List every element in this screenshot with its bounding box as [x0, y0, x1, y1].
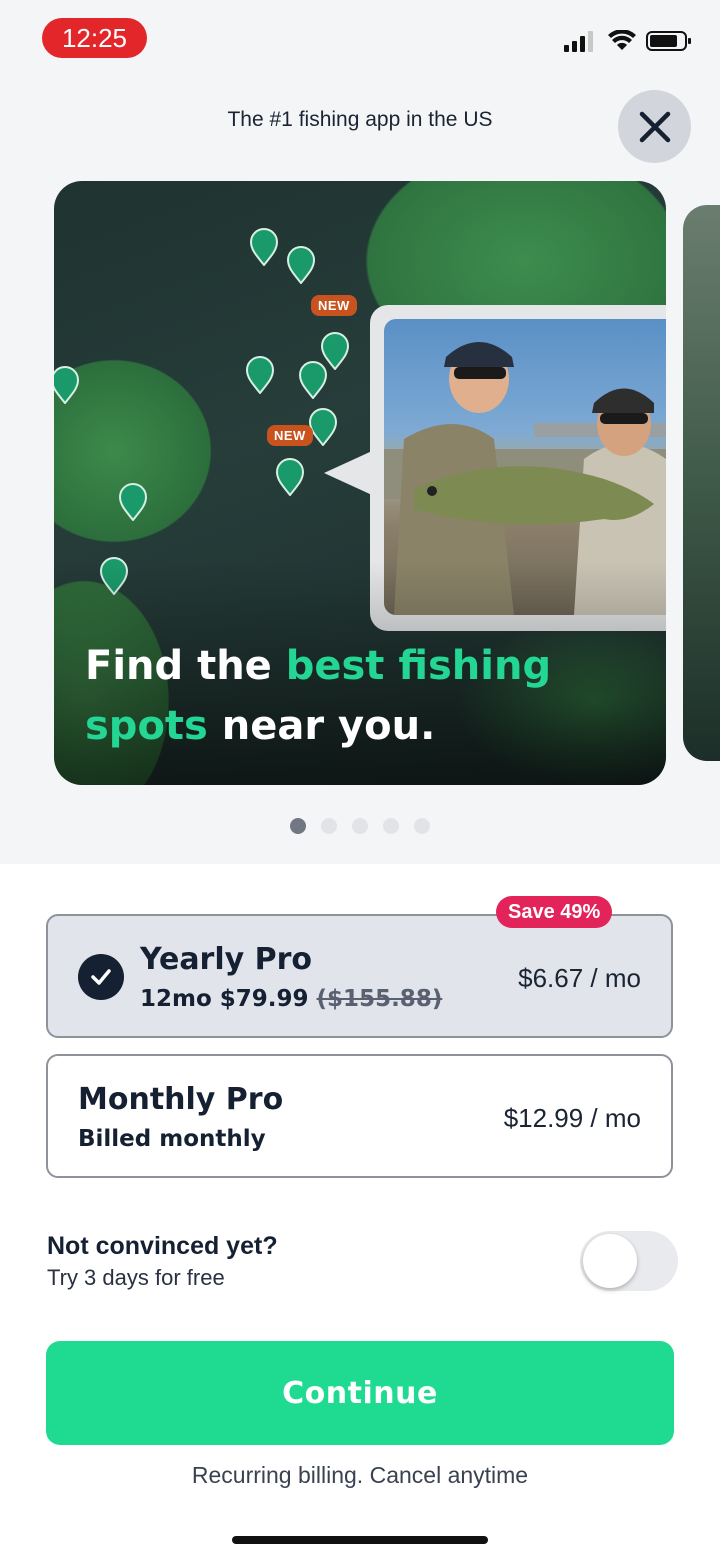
- continue-button[interactable]: Continue: [46, 1341, 674, 1445]
- next-card-peek[interactable]: [683, 205, 720, 761]
- map-pin-icon: [249, 228, 279, 266]
- page-dot[interactable]: [352, 818, 368, 834]
- feature-card[interactable]: NEW NEW Find the best fishing spots near …: [54, 181, 666, 785]
- map-pin-icon: [275, 458, 305, 496]
- signal-icon: [564, 31, 593, 52]
- close-button[interactable]: [618, 90, 691, 163]
- page-dot[interactable]: [321, 818, 337, 834]
- trial-title: Not convinced yet?: [47, 1232, 278, 1260]
- yearly-plan-option[interactable]: Yearly Pro 12mo $79.99 ($155.88) $6.67 /…: [46, 914, 673, 1038]
- new-tag: NEW: [267, 425, 313, 446]
- toggle-knob: [583, 1234, 637, 1288]
- plan-subtitle: Billed monthly: [78, 1126, 266, 1152]
- map-pin-icon: [245, 356, 275, 394]
- monthly-plan-option[interactable]: Monthly Pro Billed monthly $12.99 / mo: [46, 1054, 673, 1178]
- free-trial-toggle[interactable]: [580, 1231, 678, 1291]
- new-tag: NEW: [311, 295, 357, 316]
- selected-check-icon: [78, 954, 124, 1000]
- billing-footnote: Recurring billing. Cancel anytime: [191, 1462, 529, 1488]
- page-dot[interactable]: [414, 818, 430, 834]
- plan-subtitle: 12mo $79.99 ($155.88): [140, 986, 443, 1012]
- header-title: The #1 fishing app in the US: [227, 108, 493, 131]
- plan-name: Yearly Pro: [140, 942, 313, 977]
- map-pin-icon: [54, 366, 80, 404]
- close-icon: [639, 111, 670, 142]
- wifi-icon: [608, 30, 636, 50]
- status-icons: [564, 30, 692, 52]
- trial-subtitle: Try 3 days for free: [47, 1265, 225, 1290]
- battery-icon: [646, 31, 691, 51]
- original-price: ($155.88): [316, 986, 443, 1012]
- card-headline: Find the best fishing spots near you.: [85, 643, 552, 749]
- map-pin-icon: [298, 361, 328, 399]
- photo-pointer: [324, 451, 372, 495]
- plan-price: $6.67 / mo: [518, 963, 641, 993]
- status-time: 12:25: [42, 18, 147, 58]
- page-dot[interactable]: [290, 818, 306, 834]
- map-pin-icon: [286, 246, 316, 284]
- home-indicator: [232, 1536, 488, 1544]
- plan-name: Monthly Pro: [78, 1082, 284, 1117]
- carousel-pagination: [0, 818, 720, 834]
- map-pin-icon: [118, 483, 148, 521]
- page-dot[interactable]: [383, 818, 399, 834]
- save-badge: Save 49%: [496, 896, 613, 928]
- plan-price: $12.99 / mo: [503, 1103, 641, 1133]
